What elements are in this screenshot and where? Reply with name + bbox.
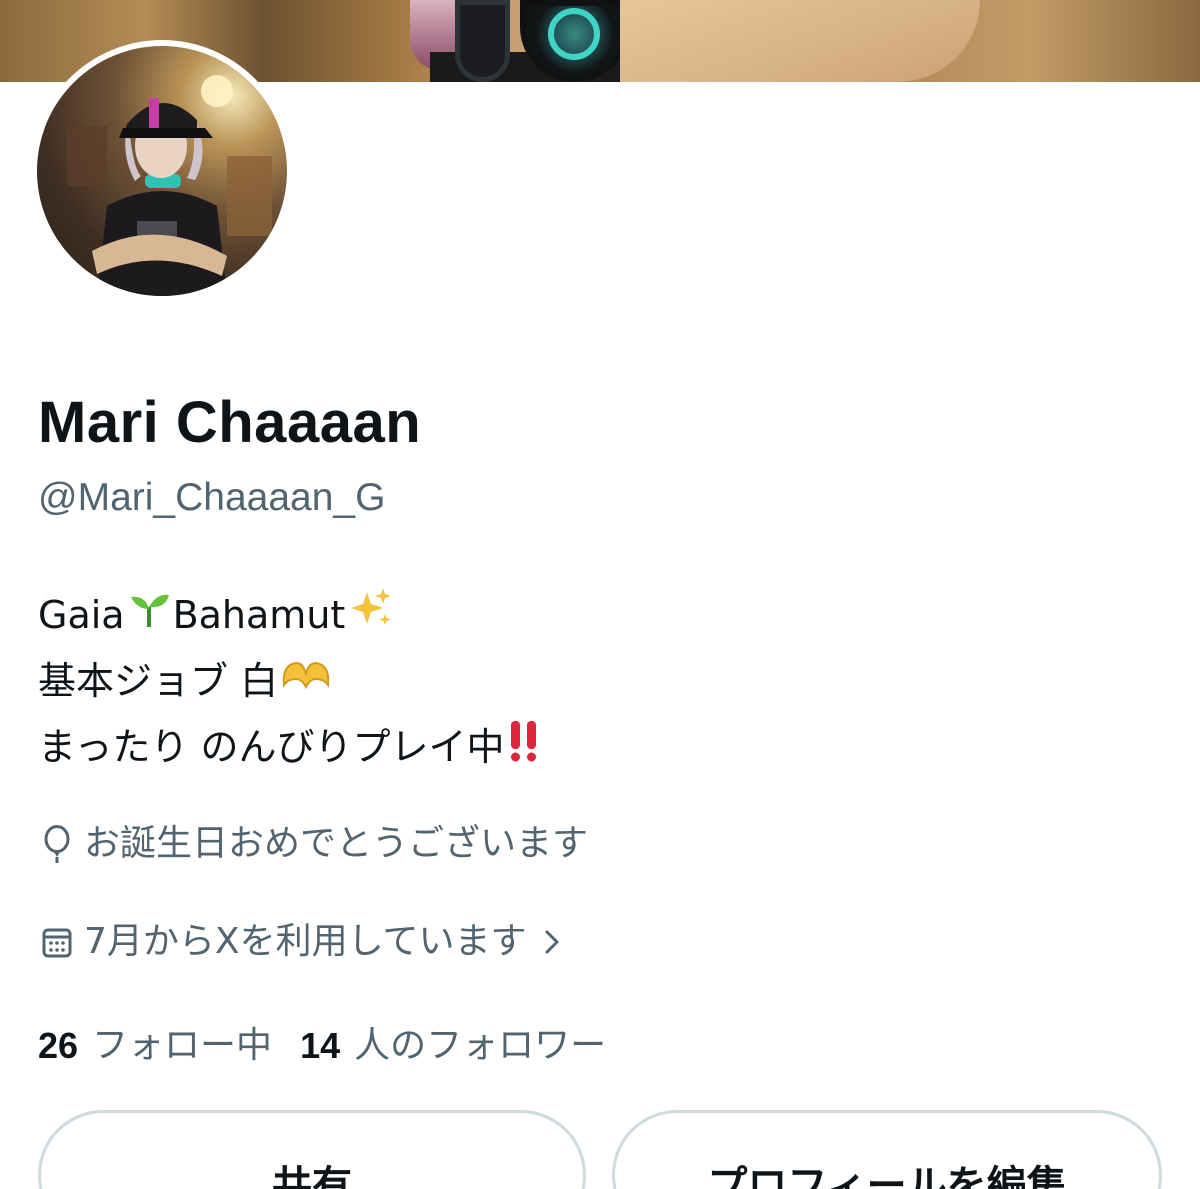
bio-line-2: 基本ジョブ 白 bbox=[38, 648, 543, 714]
profile-bio: Gaia Bahamut 基本ジョブ 白 まったり のんびりプレイ中 bbox=[38, 582, 543, 780]
following-label: フォロー中 bbox=[92, 1025, 273, 1066]
chevron-right-icon bbox=[541, 922, 563, 962]
sparkles-emoji-icon bbox=[347, 584, 395, 652]
double-exclamation-emoji-icon bbox=[507, 717, 541, 783]
following-count: 26 bbox=[38, 1025, 79, 1066]
bio-line-3: まったり のんびりプレイ中 bbox=[38, 714, 543, 780]
heart-hands-emoji-icon bbox=[280, 651, 332, 717]
calendar-icon bbox=[40, 922, 74, 962]
edit-profile-button[interactable]: プロフィールを編集 bbox=[612, 1110, 1162, 1189]
followers-count: 14 bbox=[300, 1025, 341, 1066]
followers-link[interactable]: 14 人のフォロワー bbox=[300, 1022, 606, 1070]
birthday-text: お誕生日おめでとうございます bbox=[84, 823, 589, 864]
balloon-icon bbox=[40, 824, 74, 864]
joined-text: 7月からXを利用しています bbox=[84, 921, 527, 962]
bio-line-1: Gaia Bahamut bbox=[38, 582, 543, 648]
user-handle: @Mari_Chaaaan_G bbox=[38, 476, 386, 519]
avatar[interactable] bbox=[31, 40, 293, 302]
following-link[interactable]: 26 フォロー中 bbox=[38, 1022, 272, 1070]
share-button[interactable]: 共有 bbox=[38, 1110, 586, 1189]
avatar-image bbox=[37, 46, 287, 296]
follow-stats: 26 フォロー中 14 人のフォロワー bbox=[38, 1022, 634, 1070]
display-name: Mari Chaaaan bbox=[38, 390, 422, 455]
profile-page: Mari Chaaaan @Mari_Chaaaan_G Gaia Bahamut… bbox=[0, 0, 1200, 1189]
followers-label: 人のフォロワー bbox=[354, 1025, 607, 1066]
joined-date-row[interactable]: 7月からXを利用しています bbox=[40, 918, 573, 966]
birthday-row: お誕生日おめでとうございます bbox=[40, 820, 588, 868]
seedling-emoji-icon bbox=[127, 585, 171, 651]
